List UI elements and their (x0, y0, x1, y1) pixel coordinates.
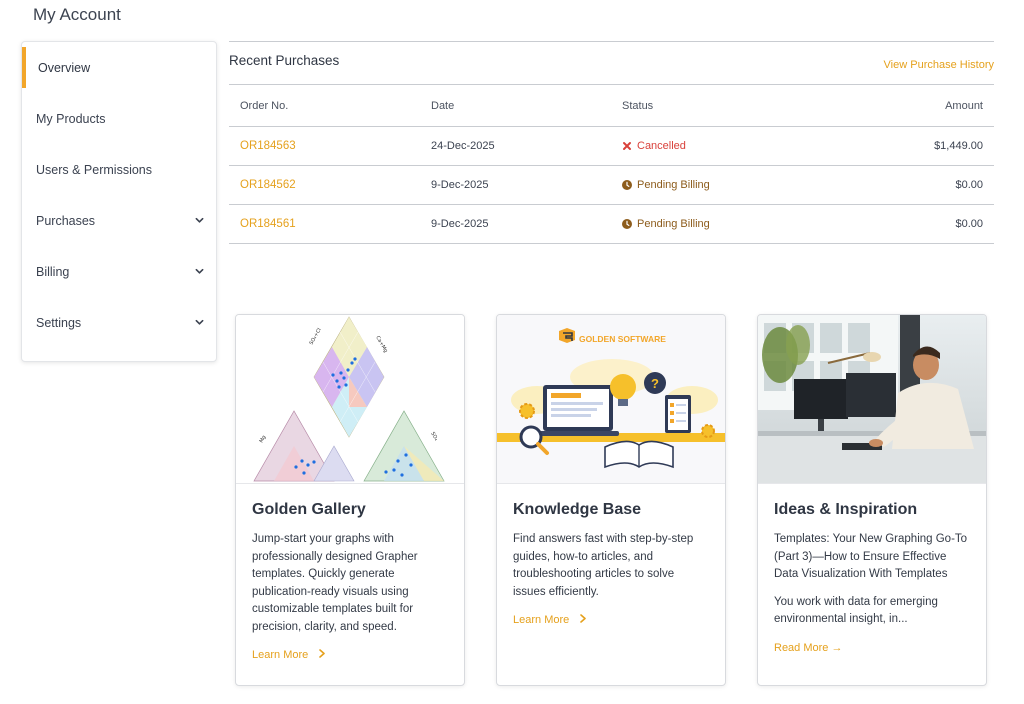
sidebar-item-overview[interactable]: Overview (22, 42, 216, 93)
purchases-table: Order No. Date Status Amount OR184563 24… (229, 85, 994, 244)
learn-more-link[interactable]: Learn More (252, 649, 326, 661)
x-icon (622, 141, 632, 151)
card-golden-gallery: SO₄+Cl Ca+Mg Mg SO₄ Golden Gallery Jump-… (235, 314, 465, 686)
sidebar-item-label: Billing (36, 264, 70, 279)
chevron-down-icon[interactable] (194, 267, 204, 277)
order-amount: $0.00 (955, 218, 983, 230)
man-at-desk-photo (758, 315, 986, 484)
read-more-link[interactable]: Read More → (774, 642, 842, 654)
status-text: Pending Billing (637, 218, 710, 230)
article-title: Templates: Your New Graphing Go-To (Part… (774, 533, 968, 580)
sidebar-item-my-products[interactable]: My Products (22, 93, 216, 144)
page-title: My Account (33, 5, 121, 24)
ternary-diagram-image: SO₄+Cl Ca+Mg Mg SO₄ (236, 315, 464, 484)
sidebar-item-label: My Products (36, 111, 106, 126)
chevron-right-icon (318, 649, 326, 661)
recent-purchases-header: Recent Purchases View Purchase History (229, 41, 994, 85)
sidebar-item-purchases[interactable]: Purchases (22, 195, 216, 246)
view-purchase-history-link[interactable]: View Purchase History (884, 59, 994, 71)
order-number-link[interactable]: OR184562 (240, 179, 296, 191)
status-text: Pending Billing (637, 179, 710, 191)
clock-icon (622, 180, 632, 190)
column-header-order: Order No. (240, 99, 289, 112)
recent-purchases-panel: Recent Purchases View Purchase History O… (229, 41, 994, 244)
card-ideas-inspiration: Ideas & Inspiration Templates: Your New … (757, 314, 987, 686)
order-number-link[interactable]: OR184563 (240, 140, 296, 152)
order-amount: $0.00 (955, 179, 983, 191)
table-row: OR184561 9-Dec-2025 Pending Billing $0.0… (229, 205, 994, 244)
order-number-link[interactable]: OR184561 (240, 218, 296, 230)
table-row: OR184562 9-Dec-2025 Pending Billing $0.0… (229, 166, 994, 205)
sidebar-item-label: Settings (36, 315, 82, 330)
sidebar-item-settings[interactable]: Settings (22, 297, 216, 348)
sidebar-item-billing[interactable]: Billing (22, 246, 216, 297)
card-description: Jump-start your graphs with professional… (252, 533, 418, 633)
clock-icon (622, 219, 632, 229)
order-date: 9-Dec-2025 (431, 218, 489, 230)
sidebar-item-users-permissions[interactable]: Users & Permissions (22, 144, 216, 195)
column-header-amount: Amount (945, 99, 983, 112)
order-amount: $1,449.00 (934, 140, 983, 152)
sidebar-item-label: Overview (38, 60, 91, 75)
status-text: Cancelled (637, 140, 686, 152)
status-badge: Pending Billing (622, 179, 710, 191)
table-row: OR184563 24-Dec-2025 Cancelled $1,449.00 (229, 127, 994, 166)
knowledge-base-illustration: GOLDEN SOFTWARE ? (497, 315, 725, 484)
card-title: Golden Gallery (252, 501, 366, 518)
link-label: Learn More (252, 649, 309, 661)
card-description: Find answers fast with step-by-step guid… (513, 533, 694, 598)
chevron-down-icon[interactable] (194, 216, 204, 226)
card-knowledge-base: GOLDEN SOFTWARE ? Knowledge Base Find an… (496, 314, 726, 686)
link-label: Learn More (513, 614, 570, 626)
status-badge: Cancelled (622, 140, 686, 152)
article-excerpt: You work with data for emerging environm… (774, 595, 938, 626)
sidebar-item-label: Users & Permissions (36, 162, 152, 177)
section-title: Recent Purchases (229, 53, 340, 68)
table-header-row: Order No. Date Status Amount (229, 85, 994, 127)
column-header-date: Date (431, 99, 455, 112)
order-date: 24-Dec-2025 (431, 140, 495, 152)
logo-text: GOLDEN SOFTWARE (579, 334, 666, 344)
card-title: Knowledge Base (513, 501, 642, 518)
column-header-status: Status (622, 99, 654, 112)
card-title: Ideas & Inspiration (774, 501, 918, 518)
account-sidebar: Overview My Products Users & Permissions… (21, 41, 217, 362)
order-date: 9-Dec-2025 (431, 179, 489, 191)
chevron-down-icon[interactable] (194, 318, 204, 328)
learn-more-link[interactable]: Learn More (513, 614, 587, 626)
status-badge: Pending Billing (622, 218, 710, 230)
svg-text:?: ? (651, 376, 659, 391)
chevron-right-icon (579, 614, 587, 626)
sidebar-item-label: Purchases (36, 213, 96, 228)
